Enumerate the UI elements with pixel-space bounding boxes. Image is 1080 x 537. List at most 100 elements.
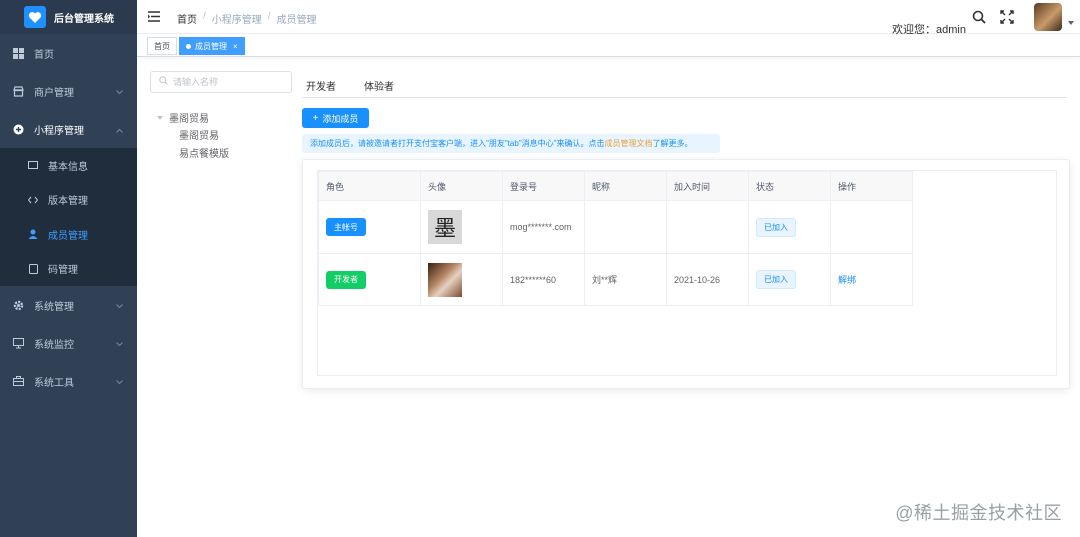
caret-down-icon[interactable]: [1068, 21, 1074, 25]
tag-members[interactable]: 成员管理 ×: [179, 37, 245, 55]
table-header-row: 角色 头像 登录号 昵称 加入时间 状态 操作: [318, 171, 913, 201]
unbind-button[interactable]: 解绑: [838, 275, 856, 285]
sidebar-item-basic-info[interactable]: 基本信息: [0, 148, 137, 183]
breadcrumb-separator: /: [203, 11, 206, 22]
app-title: 后台管理系统: [54, 13, 114, 25]
watermark: @稀土掘金技术社区: [895, 503, 1062, 523]
sidebar-item-merchant[interactable]: 商户管理: [0, 72, 137, 110]
gear-icon: [12, 299, 24, 311]
code-icon: [28, 195, 38, 205]
dashboard-icon: [12, 47, 24, 59]
column-header: 角色: [318, 171, 421, 201]
table-row: 开发者 182******60 刘**辉 2021-10-26 已加入 解绑: [318, 253, 913, 306]
column-header: 操作: [830, 171, 913, 201]
chevron-down-icon: [116, 339, 123, 350]
member-table-wrap: 角色 头像 登录号 昵称 加入时间 状态 操作 主帐号 墨 mog*******…: [317, 170, 1057, 376]
info-alert: 添加成员后，请被邀请者打开支付宝客户端，进入"朋友"tab"消息中心"来确认。点…: [302, 134, 720, 153]
nickname-cell: [584, 200, 667, 254]
sidebar-item-tools[interactable]: 系统工具: [0, 362, 137, 400]
member-avatar: 墨: [428, 210, 462, 244]
heart-logo-icon: [24, 6, 46, 28]
nickname-cell: 刘**辉: [584, 253, 667, 306]
caret-down-icon[interactable]: [157, 115, 163, 120]
monitor-icon: [12, 337, 24, 349]
sidebar-item-system[interactable]: 系统管理: [0, 286, 137, 324]
submenu-miniprogram: 基本信息 版本管理 成员管理 码管理: [0, 148, 137, 286]
tags-view: 首页 成员管理 ×: [137, 35, 1080, 57]
sidebar-item-monitor[interactable]: 系统监控: [0, 324, 137, 362]
breadcrumb-item: 成员管理: [276, 15, 317, 26]
alert-text-suffix: 了解更多。: [652, 139, 693, 148]
member-doc-link[interactable]: 成员管理文档: [604, 138, 652, 149]
tab-tester[interactable]: 体验者: [360, 72, 398, 98]
sidebar-item-label: 小程序管理: [34, 125, 84, 137]
tab-developer[interactable]: 开发者: [302, 72, 340, 98]
member-table: 角色 头像 登录号 昵称 加入时间 状态 操作 主帐号 墨 mog*******…: [318, 171, 913, 306]
close-icon[interactable]: ×: [233, 42, 238, 51]
logo[interactable]: 后台管理系统: [0, 0, 137, 34]
toolbox-icon: [12, 375, 24, 387]
tree-search-field[interactable]: [150, 71, 292, 93]
alert-text: 添加成员后，请被邀请者打开支付宝客户端，进入"朋友"tab"消息中心"来确认。点…: [310, 139, 605, 148]
sidebar-item-label: 系统工具: [34, 377, 74, 389]
plus-icon: +: [312, 112, 319, 124]
navbar: 首页 / 小程序管理 / 成员管理 欢迎您：admin: [137, 0, 1080, 36]
sidebar-item-label: 码管理: [48, 265, 78, 277]
sidebar: 后台管理系统 首页 商户管理 小程序管理 基本信息 版本管理 成员管理 码管理 …: [0, 0, 137, 537]
sidebar-item-label: 首页: [34, 49, 54, 61]
column-header: 昵称: [584, 171, 667, 201]
tree-node-label: 易点餐模版: [179, 149, 229, 160]
sidebar-item-qrcode[interactable]: 码管理: [0, 252, 137, 287]
login-cell: mog*******.com: [502, 200, 585, 254]
hamburger-icon[interactable]: [148, 11, 160, 22]
active-dot-icon: [186, 43, 191, 49]
action-cell: 解绑: [830, 253, 913, 306]
tree-node-root[interactable]: 墨阁贸易: [157, 110, 209, 125]
tree-node-label: 墨阁贸易: [179, 131, 219, 142]
search-icon: [159, 76, 168, 88]
add-member-label: 添加成员: [322, 113, 359, 124]
tag-home[interactable]: 首页: [147, 37, 177, 55]
store-icon: [12, 85, 24, 97]
column-header: 状态: [748, 171, 831, 201]
tag-label: 首页: [154, 41, 170, 51]
chevron-up-icon: [116, 125, 123, 136]
avatar-cell: 墨: [420, 200, 503, 254]
sidebar-item-version[interactable]: 版本管理: [0, 183, 137, 218]
status-cell: 已加入: [748, 253, 831, 306]
status-badge: 已加入: [756, 217, 796, 237]
role-badge: 开发者: [326, 270, 366, 289]
status-cell: 已加入: [748, 200, 831, 254]
tree-search-input[interactable]: [173, 77, 283, 87]
role-badge: 主帐号: [326, 218, 366, 236]
sidebar-item-home[interactable]: 首页: [0, 34, 137, 72]
search-icon[interactable]: [972, 10, 986, 24]
avatar-cell: [420, 253, 503, 306]
column-header: 登录号: [502, 171, 585, 201]
sidebar-item-miniprogram[interactable]: 小程序管理: [0, 110, 137, 148]
add-member-button[interactable]: + 添加成员: [302, 108, 369, 128]
status-badge: 已加入: [756, 270, 796, 289]
sidebar-item-members[interactable]: 成员管理: [0, 217, 137, 252]
breadcrumb: 首页 / 小程序管理 / 成员管理: [177, 11, 317, 26]
role-tabs: 开发者 体验者: [302, 72, 1067, 98]
fullscreen-icon[interactable]: [1000, 10, 1014, 24]
breadcrumb-item[interactable]: 小程序管理: [212, 11, 262, 26]
sidebar-item-label: 商户管理: [34, 87, 74, 99]
breadcrumb-item[interactable]: 首页: [177, 11, 197, 26]
sidebar-item-label: 系统监控: [34, 339, 74, 351]
chevron-down-icon: [116, 301, 123, 312]
plus-circle-icon: [12, 123, 24, 135]
tree-node-child[interactable]: 墨阁贸易: [179, 127, 219, 142]
member-table-card: 角色 头像 登录号 昵称 加入时间 状态 操作 主帐号 墨 mog*******…: [302, 159, 1070, 389]
tree-node-child[interactable]: 易点餐模版: [179, 145, 229, 160]
tag-label: 成员管理: [195, 41, 227, 51]
chevron-down-icon: [116, 87, 123, 98]
user-icon: [28, 229, 38, 240]
column-header: 加入时间: [666, 171, 749, 201]
action-cell: [830, 200, 913, 254]
tree-node-label: 墨阁贸易: [169, 114, 209, 125]
avatar-glyph: 墨: [433, 217, 456, 242]
user-avatar[interactable]: [1034, 3, 1062, 31]
breadcrumb-separator: /: [267, 11, 271, 22]
